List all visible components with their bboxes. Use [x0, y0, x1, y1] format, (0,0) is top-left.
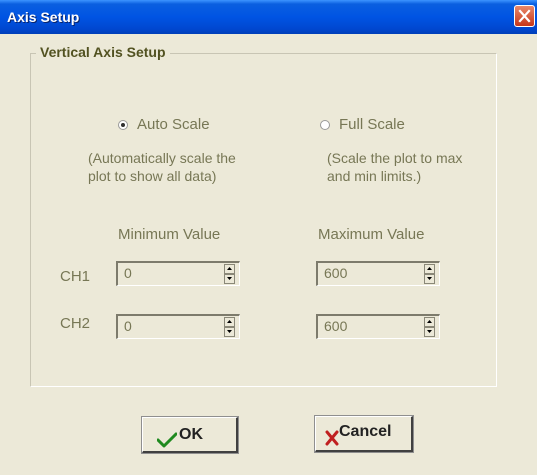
ch1-label: CH1 [60, 268, 91, 285]
ch2-max-down-button[interactable] [424, 327, 435, 337]
full-scale-desc-line2: and min limits.) [327, 168, 422, 184]
ch1-max-value[interactable]: 600 [324, 265, 347, 281]
window-title: Axis Setup [7, 9, 80, 25]
full-scale-label[interactable]: Full Scale [339, 116, 405, 133]
ok-button[interactable]: OK [141, 416, 239, 454]
arrow-up-icon [227, 320, 232, 323]
full-scale-desc-line1: (Scale the plot to max [327, 150, 463, 166]
ch2-min-spinbox[interactable]: 0 [116, 314, 240, 339]
ch1-max-up-button[interactable] [424, 264, 435, 274]
title-bar[interactable]: Axis Setup [0, 0, 537, 34]
ch2-label: CH2 [60, 315, 91, 332]
arrow-down-icon [227, 277, 232, 280]
cancel-button-label: Cancel [339, 423, 392, 440]
full-scale-radio[interactable] [320, 120, 330, 130]
ch1-min-spin-buttons [224, 264, 235, 284]
auto-scale-desc-line1: (Automatically scale the [88, 150, 236, 166]
group-legend: Vertical Axis Setup [36, 44, 170, 60]
ch2-min-up-button[interactable] [224, 317, 235, 327]
ch1-min-up-button[interactable] [224, 264, 235, 274]
ch1-max-spin-buttons [424, 264, 435, 284]
arrow-up-icon [427, 267, 432, 270]
ch2-max-spin-buttons [424, 317, 435, 337]
arrow-down-icon [427, 277, 432, 280]
ch2-min-value[interactable]: 0 [124, 318, 132, 334]
ch2-min-spin-buttons [224, 317, 235, 337]
ch2-min-down-button[interactable] [224, 327, 235, 337]
ch1-min-down-button[interactable] [224, 274, 235, 284]
ch2-max-up-button[interactable] [424, 317, 435, 327]
ch2-max-value[interactable]: 600 [324, 318, 347, 334]
maximum-value-header: Maximum Value [318, 226, 425, 243]
ch1-max-down-button[interactable] [424, 274, 435, 284]
axis-setup-dialog: Axis Setup Vertical Axis Setup Auto Scal… [0, 0, 537, 475]
cancel-button[interactable]: Cancel [314, 415, 414, 453]
close-icon [518, 9, 531, 23]
checkmark-icon [157, 432, 177, 448]
ch2-max-spinbox[interactable]: 600 [316, 314, 440, 339]
auto-scale-radio[interactable] [118, 120, 128, 130]
ok-button-label: OK [179, 426, 203, 443]
minimum-value-header: Minimum Value [118, 226, 221, 243]
arrow-up-icon [227, 267, 232, 270]
arrow-down-icon [427, 330, 432, 333]
auto-scale-label[interactable]: Auto Scale [137, 116, 210, 133]
ch1-min-spinbox[interactable]: 0 [116, 261, 240, 286]
arrow-down-icon [227, 330, 232, 333]
ch1-max-spinbox[interactable]: 600 [316, 261, 440, 286]
red-x-icon [325, 430, 339, 446]
close-button[interactable] [514, 5, 535, 27]
auto-scale-desc-line2: plot to show all data) [88, 168, 217, 184]
ch1-min-value[interactable]: 0 [124, 265, 132, 281]
arrow-up-icon [427, 320, 432, 323]
